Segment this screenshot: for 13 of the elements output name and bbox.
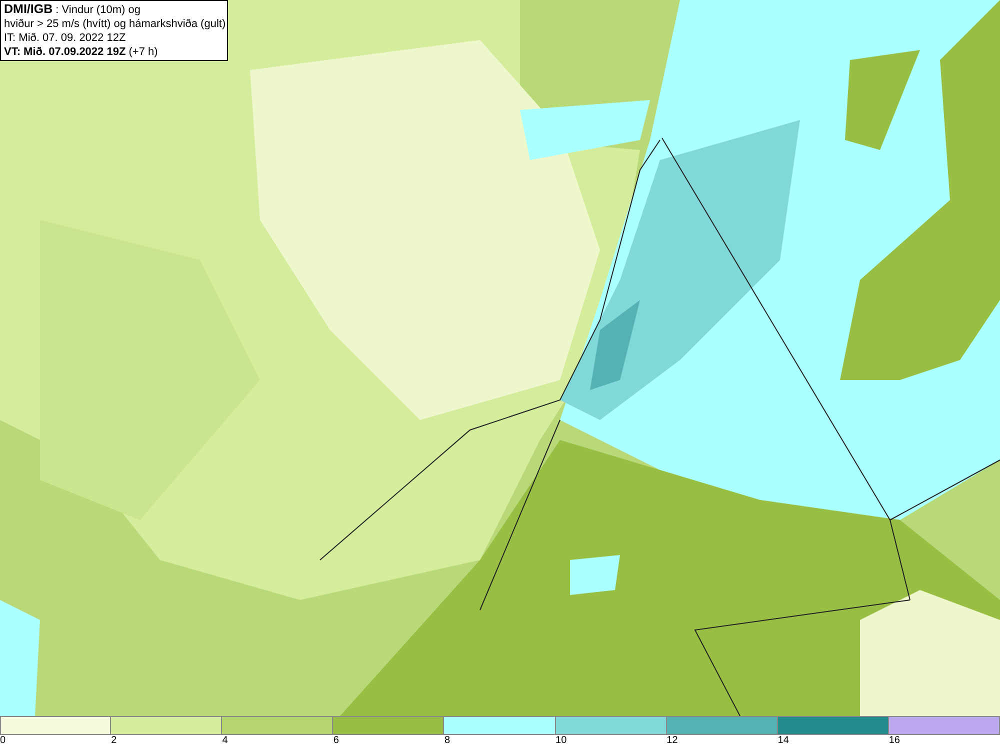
legend-label: 2 [111,735,117,747]
legend-label: 6 [333,735,339,747]
legend-label: 14 [778,735,789,747]
legend-label: 10 [556,735,567,747]
legend-label: 12 [666,735,678,747]
title-line: IT: Mið. 07. 09. 2022 12Z [4,31,127,45]
legend-label: 16 [888,735,900,747]
title-line: VT: Mið. 07.09.2022 19Z (+7 h) [4,45,159,59]
legend-label: 8 [444,735,450,747]
legend-label: 4 [222,735,228,747]
title-line: hviður > 25 m/s (hvítt) og hámarkshviða (gult) [4,17,224,31]
title-line: DMI/IGB : Vindur (10m) og [4,2,142,17]
legend-label: 0 [0,735,6,747]
